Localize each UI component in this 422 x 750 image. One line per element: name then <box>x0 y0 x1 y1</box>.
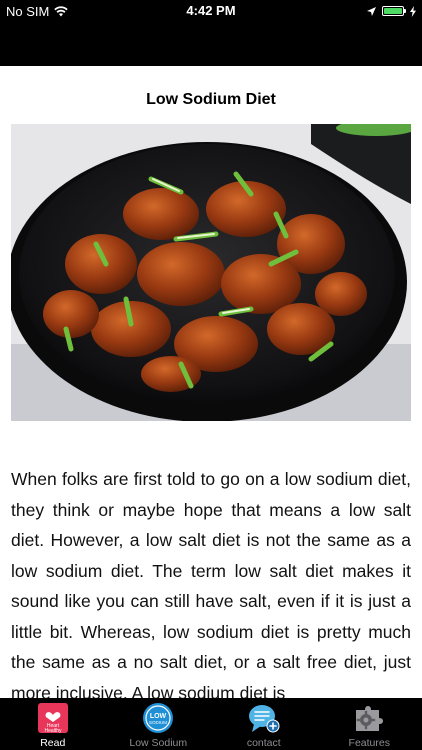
status-left: No SIM <box>6 3 69 19</box>
tab-low-sodium[interactable]: LOW SODIUM Low Sodium <box>106 698 212 750</box>
tab-contact[interactable]: contact <box>211 698 317 750</box>
charging-bolt-icon <box>410 5 416 17</box>
status-bar: No SIM 4:42 PM <box>0 0 422 66</box>
article-content[interactable]: Low Sodium Diet When folks are first tol… <box>0 66 422 698</box>
article-body: When folks are first told to go on a low… <box>11 469 411 698</box>
tab-contact-label: contact <box>246 737 281 749</box>
low-sodium-icon-text-2: SODIUM <box>149 720 167 725</box>
tab-low-sodium-label: Low Sodium <box>129 737 188 749</box>
page-title: Low Sodium Diet <box>146 91 276 108</box>
chat-plus-icon <box>248 702 280 734</box>
low-sodium-badge-icon: LOW SODIUM <box>142 702 174 734</box>
food-photo <box>11 124 411 421</box>
tab-read-label: Read <box>40 737 66 749</box>
tab-features[interactable]: Features <box>317 698 422 750</box>
tab-bar: Heart Healthy Read LOW SODIUM Low Sodium <box>0 698 422 750</box>
puzzle-gear-icon <box>353 702 385 734</box>
heart-healthy-icon: Heart Healthy <box>37 702 69 734</box>
tab-read[interactable]: Heart Healthy Read <box>0 698 106 750</box>
tab-features-label: Features <box>348 737 390 749</box>
low-sodium-icon-text-1: LOW <box>150 713 167 720</box>
status-right <box>367 5 416 17</box>
carrier-label: No SIM <box>6 3 50 19</box>
battery-icon <box>382 6 406 16</box>
wifi-icon <box>54 5 69 16</box>
location-arrow-icon <box>367 6 376 16</box>
food-photo-illustration <box>11 124 411 421</box>
heart-healthy-icon-text-2: Healthy <box>44 728 61 734</box>
